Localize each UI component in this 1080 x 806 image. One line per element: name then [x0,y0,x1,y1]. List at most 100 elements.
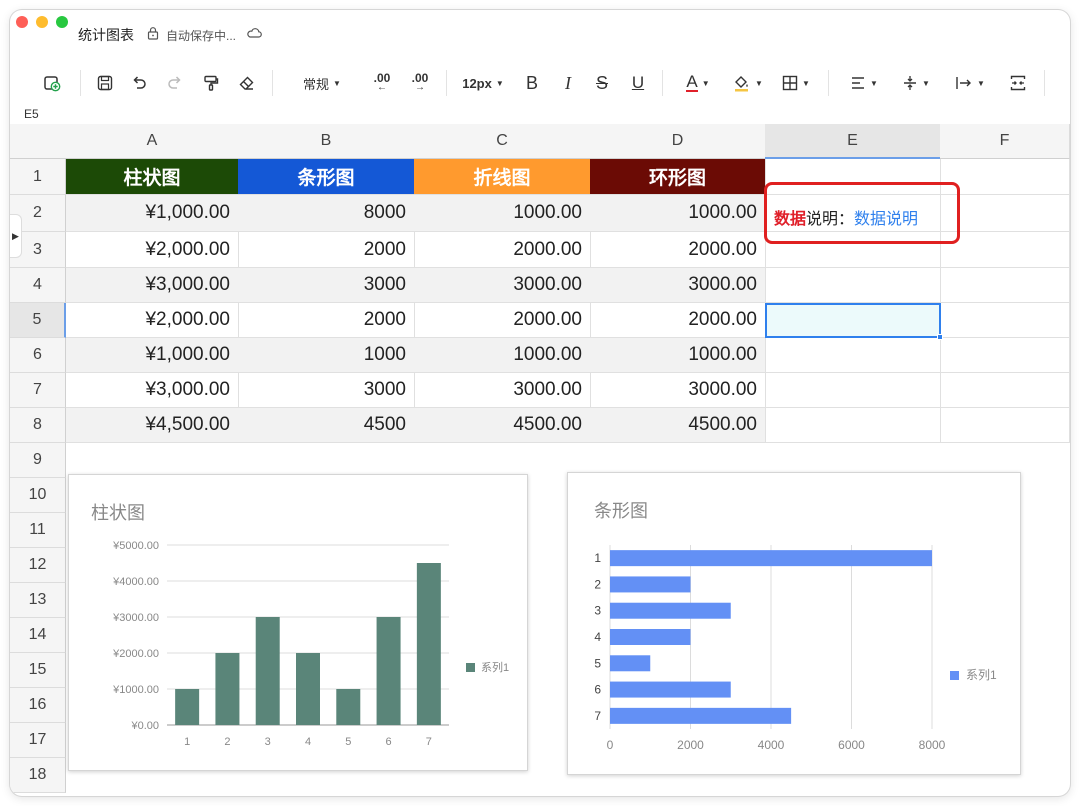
cell-c1[interactable]: 折线图 [414,159,591,195]
column-header-f[interactable]: F [940,124,1070,159]
cell-b4[interactable]: 3000 [238,268,415,303]
format-painter-button[interactable] [200,62,222,104]
decrease-decimal-button[interactable]: .00 ← [368,62,396,104]
clear-format-button[interactable] [236,62,258,104]
redo-button[interactable] [164,62,186,104]
x-tick-label: 3 [265,736,271,748]
cell-d3[interactable]: 2000.00 [590,232,766,268]
cell-b6[interactable]: 1000 [238,338,415,373]
cell-f4[interactable] [940,268,1070,303]
row-header-18[interactable]: 18 [10,758,66,793]
cell-f5[interactable] [940,303,1070,338]
cell-d7[interactable]: 3000.00 [590,373,766,408]
fill-color-button[interactable]: ▼ [728,62,768,104]
column-header-c[interactable]: C [414,124,591,159]
column-header-b[interactable]: B [238,124,415,159]
cell-a1[interactable]: 柱状图 [66,159,239,195]
cell-a2[interactable]: ¥1,000.00 [66,195,239,232]
cell-e5-selected[interactable] [765,303,941,338]
row-header-9[interactable]: 9 [10,443,66,478]
cell-c3[interactable]: 2000.00 [414,232,591,268]
row-header-15[interactable]: 15 [10,653,66,688]
cell-c6[interactable]: 1000.00 [414,338,591,373]
cell-d4[interactable]: 3000.00 [590,268,766,303]
cell-d5[interactable]: 2000.00 [590,303,766,338]
column-header-e[interactable]: E [765,124,941,159]
cell-b5[interactable]: 2000 [238,303,415,338]
data-note-link[interactable]: 数据说明 [854,211,918,228]
row-header-13[interactable]: 13 [10,583,66,618]
cell-b2[interactable]: 8000 [238,195,415,232]
select-all-corner[interactable] [10,124,67,159]
row-header-11[interactable]: 11 [10,513,66,548]
row-header-6[interactable]: 6 [10,338,66,373]
bold-button[interactable]: B [520,62,544,104]
column-header-d[interactable]: D [590,124,766,159]
vertical-align-button[interactable]: ▼ [896,62,936,104]
cell-a3[interactable]: ¥2,000.00 [66,232,239,268]
row-header-16[interactable]: 16 [10,688,66,723]
zoom-window-button[interactable] [56,16,68,28]
cell-b7[interactable]: 3000 [238,373,415,408]
row-header-5[interactable]: 5 [10,303,66,338]
increase-decimal-button[interactable]: .00 → [406,62,434,104]
column-chart-card[interactable]: 柱状图 ¥0.00 ¥1000.00 ¥2000.00 ¥3000.00 ¥4000.0… [68,474,528,771]
italic-button[interactable]: I [556,62,580,104]
row-header-14[interactable]: 14 [10,618,66,653]
row-header-7[interactable]: 7 [10,373,66,408]
row-header-4[interactable]: 4 [10,268,66,303]
cell-f6[interactable] [940,338,1070,373]
underline-button[interactable]: U [626,62,650,104]
cell-f8[interactable] [940,408,1070,443]
insert-sheet-button[interactable] [40,62,64,104]
title-bar: 统计图表 自动保存中... [10,10,1070,60]
row-header-12[interactable]: 12 [10,548,66,583]
cell-a6[interactable]: ¥1,000.00 [66,338,239,373]
cell-d1[interactable]: 环形图 [590,159,766,195]
cell-e7[interactable] [765,373,941,408]
cell-b1[interactable]: 条形图 [238,159,415,195]
cell-d6[interactable]: 1000.00 [590,338,766,373]
merge-cells-button[interactable] [1006,62,1030,104]
text-wrap-button[interactable]: ▼ [948,62,992,104]
add-sheet-icon [44,76,61,92]
side-panel-toggle[interactable]: ▶ [10,214,22,258]
cell-d8[interactable]: 4500.00 [590,408,766,443]
undo-button[interactable] [128,62,150,104]
column-header-a[interactable]: A [66,124,239,159]
strikethrough-button[interactable]: S [590,62,614,104]
cell-e4[interactable] [765,268,941,303]
document-title[interactable]: 统计图表 [78,25,134,45]
cell-b8[interactable]: 4500 [238,408,415,443]
cell-a7[interactable]: ¥3,000.00 [66,373,239,408]
fill-handle[interactable] [937,334,943,340]
cell-a5[interactable]: ¥2,000.00 [66,303,239,338]
cell-a4[interactable]: ¥3,000.00 [66,268,239,303]
cell-b3[interactable]: 2000 [238,232,415,268]
close-window-button[interactable] [16,16,28,28]
bar-chart-card[interactable]: 条形图 0 2000 4000 6000 8000 1 2 3 4 5 6 7 系列1 [567,472,1021,775]
align-middle-icon [904,76,917,90]
font-size-dropdown[interactable]: 12px ▼ [458,62,508,104]
cell-c2[interactable]: 1000.00 [414,195,591,232]
row-header-8[interactable]: 8 [10,408,66,443]
row-header-17[interactable]: 17 [10,723,66,758]
row-header-1[interactable]: 1 [10,159,66,195]
cell-c4[interactable]: 3000.00 [414,268,591,303]
borders-button[interactable]: ▼ [776,62,816,104]
cell-e8[interactable] [765,408,941,443]
save-button[interactable] [94,62,116,104]
font-color-button[interactable]: A ▼ [678,62,718,104]
cell-a8[interactable]: ¥4,500.00 [66,408,239,443]
horizontal-align-button[interactable]: ▼ [844,62,884,104]
row-header-10[interactable]: 10 [10,478,66,513]
legend-swatch [950,671,959,680]
minimize-window-button[interactable] [36,16,48,28]
number-format-dropdown[interactable]: 常规 ▼ [298,62,346,104]
cell-f7[interactable] [940,373,1070,408]
cell-c8[interactable]: 4500.00 [414,408,591,443]
cell-d2[interactable]: 1000.00 [590,195,766,232]
cell-e6[interactable] [765,338,941,373]
cell-c5[interactable]: 2000.00 [414,303,591,338]
cell-c7[interactable]: 3000.00 [414,373,591,408]
